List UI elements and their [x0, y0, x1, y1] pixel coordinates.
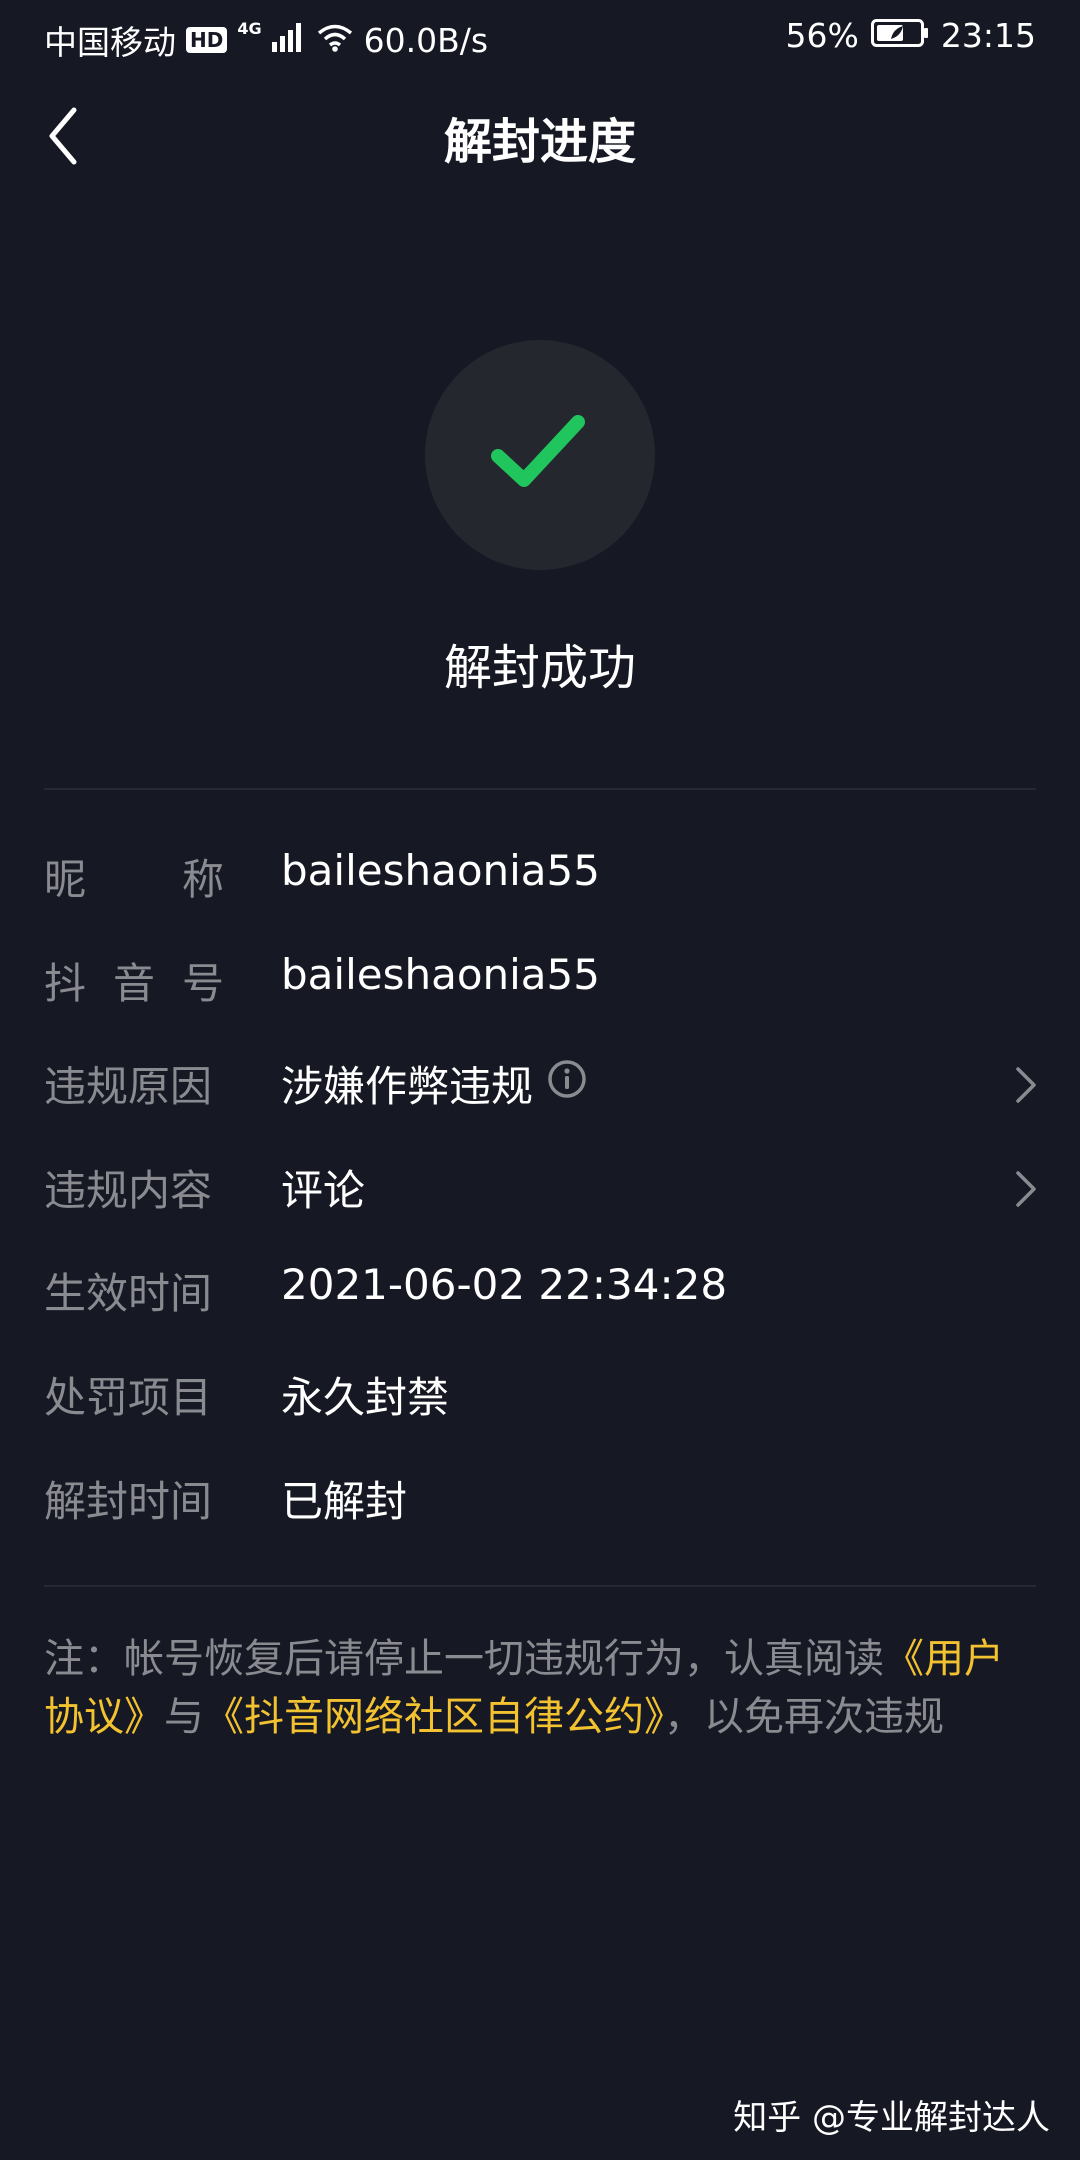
nickname-label-char: 昵 [44, 855, 87, 904]
wifi-icon [316, 21, 354, 60]
divider [44, 788, 1036, 790]
battery-percent: 56% [785, 16, 859, 55]
status-left: 中国移动 HD 4G 60.0B/s [44, 16, 488, 64]
info-label: 生效时间 [44, 1269, 213, 1319]
hd-icon: HD [186, 27, 228, 53]
divider [44, 1585, 1036, 1587]
info-label: 违规原因 [44, 1062, 213, 1112]
info-row-violation-reason[interactable]: 违规原因 涉嫌作弊违规 [0, 1031, 1080, 1135]
douyin-id-label-char: 抖 [44, 958, 87, 1008]
check-icon [491, 415, 585, 487]
notice-text: 注：帐号恢复后请停止一切违规行为，认真阅读《用户协议》与《抖音网络社区自律公约》… [44, 1630, 1036, 1746]
douyin-id-label-char: 音 [112, 958, 155, 1008]
chevron-right-icon[interactable] [1014, 1065, 1038, 1105]
info-value: 已解封 [281, 1476, 408, 1526]
info-label: 抖 音 号 [44, 950, 224, 1011]
clock: 23:15 [940, 16, 1036, 55]
carrier-label: 中国移动 [44, 23, 176, 62]
info-label: 违规内容 [44, 1165, 213, 1215]
info-row-effective-time: 生效时间 2021-06-02 22:34:28 [0, 1238, 1080, 1342]
community-convention-link[interactable]: 《抖音网络社区自律公约》 [204, 1694, 664, 1740]
status-right: 56% 23:15 [786, 16, 1036, 55]
status-bar: 中国移动 HD 4G 60.0B/s 56% 23:15 [0, 0, 1080, 76]
header: 解封进度 [0, 76, 1080, 196]
info-label: 解封时间 [44, 1476, 213, 1526]
watermark: 知乎 @专业解封达人 [733, 2098, 1050, 2138]
nickname-label-char: 称 [181, 855, 224, 904]
info-value: 涉嫌作弊违规 [281, 1053, 587, 1114]
info-value: baileshaonia55 [281, 846, 600, 895]
info-label: 昵 称 [44, 846, 224, 907]
info-row-penalty: 处罚项目 永久封禁 [0, 1342, 1080, 1446]
battery-icon [870, 16, 929, 55]
info-icon[interactable] [547, 1059, 587, 1109]
page-title: 解封进度 [443, 114, 636, 170]
info-label: 处罚项目 [44, 1372, 213, 1422]
info-row-nickname: 昵 称 baileshaonia55 [0, 824, 1080, 928]
chevron-right-icon[interactable] [1014, 1169, 1038, 1209]
info-row-unban-time: 解封时间 已解封 [0, 1446, 1080, 1550]
info-list: 昵 称 baileshaonia55 抖 音 号 baileshaonia55 … [0, 824, 1080, 1549]
notice-middle: 与 [164, 1694, 204, 1740]
info-value: 评论 [281, 1165, 366, 1215]
notice-prefix: 注：帐号恢复后请停止一切违规行为，认真阅读 [44, 1636, 884, 1682]
info-value: 2021-06-02 22:34:28 [281, 1260, 728, 1310]
info-value: 永久封禁 [281, 1372, 450, 1422]
signal-icon [271, 21, 306, 60]
network-speed: 60.0B/s [363, 20, 489, 60]
info-row-douyin-id: 抖 音 号 baileshaonia55 [0, 928, 1080, 1032]
info-value: baileshaonia55 [281, 949, 600, 999]
success-badge [425, 340, 655, 570]
info-row-violation-content[interactable]: 违规内容 评论 [0, 1135, 1080, 1239]
douyin-id-label-char: 号 [181, 958, 224, 1008]
notice-suffix: ，以免再次违规 [664, 1694, 944, 1740]
violation-reason-text: 涉嫌作弊违规 [281, 1062, 534, 1112]
network-type-label: 4G [237, 18, 262, 38]
success-text: 解封成功 [443, 640, 636, 696]
